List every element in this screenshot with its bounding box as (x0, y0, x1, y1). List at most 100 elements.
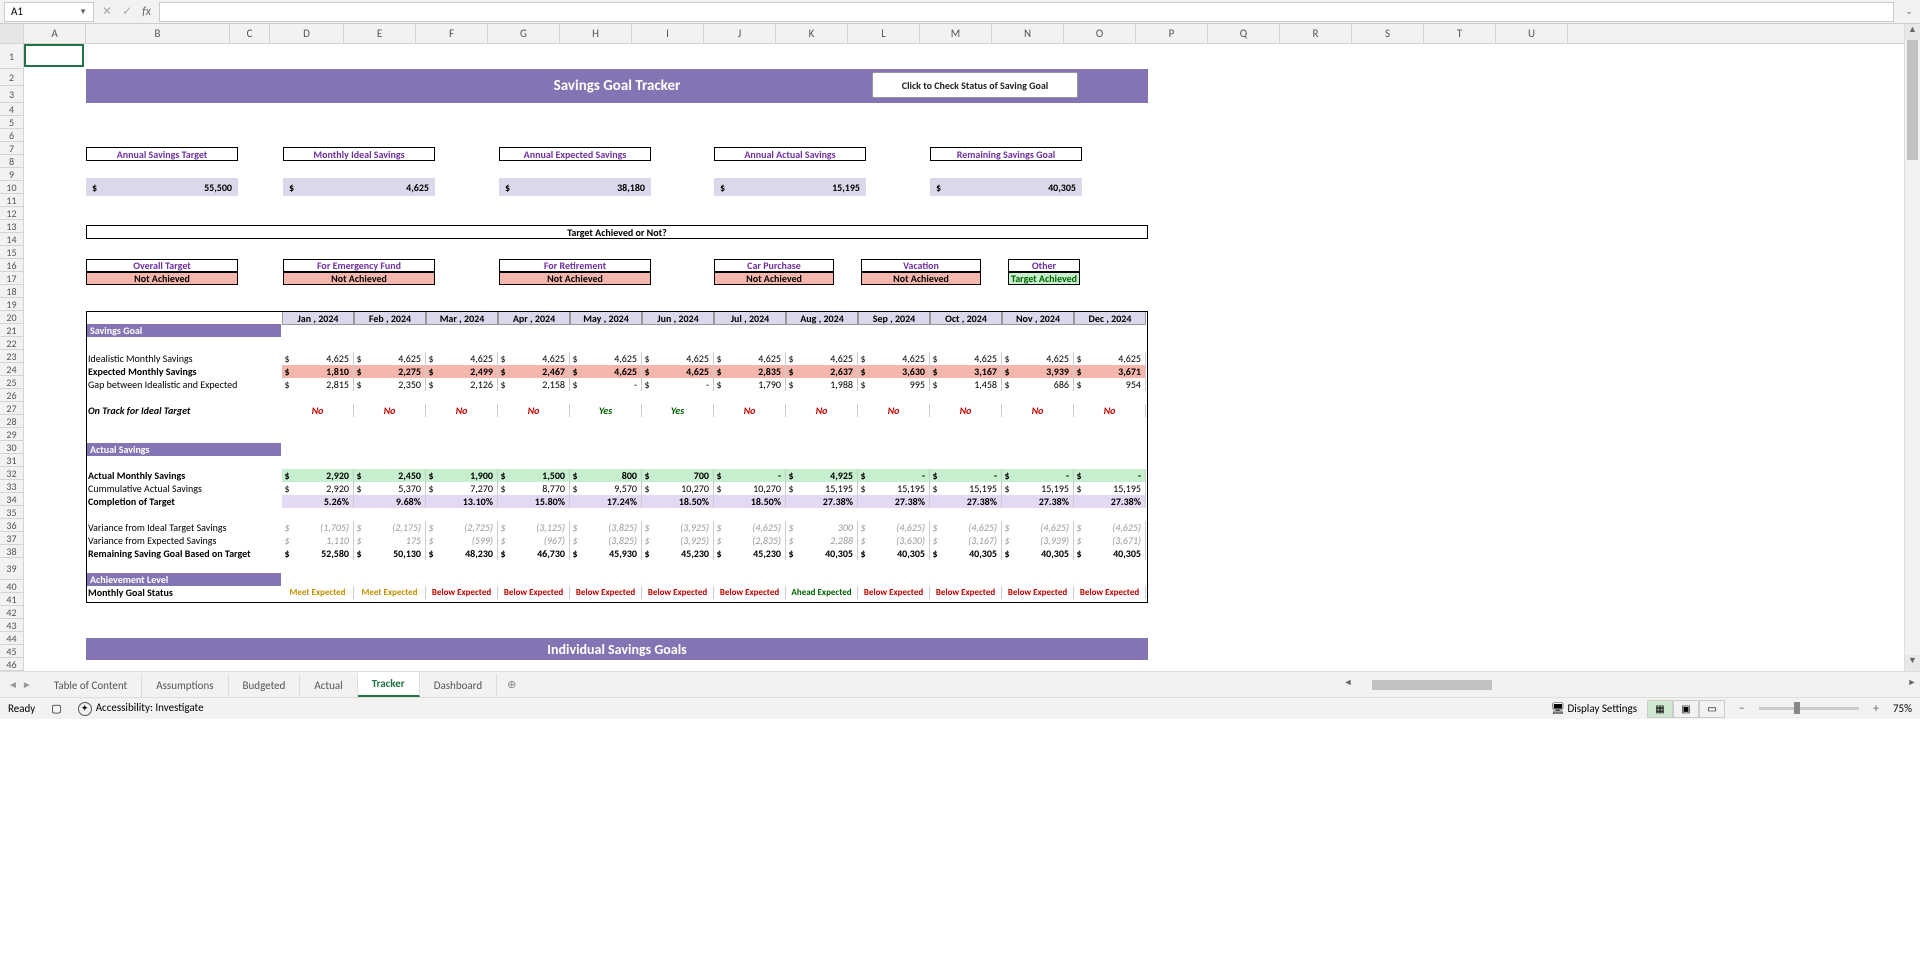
data-cell[interactable]: No (426, 404, 498, 417)
data-cell[interactable]: Yes (570, 404, 642, 417)
row-header[interactable]: 24 (0, 363, 24, 376)
data-cell[interactable]: $7,270 (426, 482, 498, 495)
data-cell[interactable]: $45,230 (642, 547, 714, 560)
row-header[interactable]: 11 (0, 194, 24, 207)
data-cell[interactable]: $1,458 (930, 378, 1002, 391)
row-header[interactable]: 1 (0, 44, 24, 69)
row-header[interactable]: 16 (0, 259, 24, 272)
row-header[interactable]: 7 (0, 142, 24, 155)
data-cell[interactable]: $2,835 (714, 365, 786, 378)
data-cell[interactable]: $45,230 (714, 547, 786, 560)
data-cell[interactable]: Below Expected (858, 586, 930, 599)
data-cell[interactable]: $48,230 (426, 547, 498, 560)
row-header[interactable]: 3 (0, 86, 24, 103)
row-header[interactable]: 12 (0, 207, 24, 220)
data-cell[interactable]: $40,305 (1002, 547, 1074, 560)
data-cell[interactable]: $2,637 (786, 365, 858, 378)
data-cell[interactable]: No (1074, 404, 1146, 417)
data-cell[interactable]: $3,671 (1074, 365, 1146, 378)
horizontal-scrollbar[interactable]: ◄ ► (1340, 677, 1920, 693)
page-layout-view-button[interactable]: ▣ (1673, 700, 1699, 718)
formula-input[interactable] (159, 2, 1894, 22)
col-header[interactable]: D (270, 24, 344, 43)
col-header[interactable]: L (848, 24, 920, 43)
data-cell[interactable]: $- (714, 469, 786, 482)
data-cell[interactable]: No (786, 404, 858, 417)
data-cell[interactable]: Below Expected (642, 586, 714, 599)
data-cell[interactable]: $52,580 (282, 547, 354, 560)
zoom-out-button[interactable]: − (1735, 702, 1749, 716)
data-cell[interactable]: $1,790 (714, 378, 786, 391)
data-cell[interactable]: 27.38% (858, 495, 930, 508)
sheet-tab[interactable]: Dashboard (420, 674, 497, 697)
scroll-down-icon[interactable]: ▼ (1905, 655, 1920, 671)
row-header[interactable]: 8 (0, 155, 24, 168)
data-cell[interactable]: No (1002, 404, 1074, 417)
row-header[interactable]: 35 (0, 506, 24, 519)
data-cell[interactable]: Below Expected (498, 586, 570, 599)
data-cell[interactable]: $9,570 (570, 482, 642, 495)
data-cell[interactable]: Below Expected (1002, 586, 1074, 599)
data-cell[interactable]: $4,625 (642, 365, 714, 378)
row-header[interactable]: 26 (0, 389, 24, 402)
data-cell[interactable]: $2,288 (786, 534, 858, 547)
row-header[interactable]: 17 (0, 272, 24, 285)
data-cell[interactable]: $10,270 (714, 482, 786, 495)
data-cell[interactable]: $995 (858, 378, 930, 391)
row-header[interactable]: 46 (0, 658, 24, 671)
data-cell[interactable]: $(3,630) (858, 534, 930, 547)
sheet-content[interactable]: Savings Goal Tracker Click to Check Stat… (24, 44, 1904, 671)
data-cell[interactable]: $(3,167) (930, 534, 1002, 547)
data-cell[interactable]: $(2,725) (426, 521, 498, 534)
data-cell[interactable]: Below Expected (714, 586, 786, 599)
data-cell[interactable]: $(4,625) (1074, 521, 1146, 534)
data-cell[interactable]: $(3,825) (570, 534, 642, 547)
vscroll-thumb[interactable] (1907, 40, 1918, 160)
row-header[interactable]: 31 (0, 454, 24, 467)
row-header[interactable]: 25 (0, 376, 24, 389)
data-cell[interactable]: $40,305 (858, 547, 930, 560)
data-cell[interactable]: $4,625 (642, 352, 714, 365)
data-cell[interactable]: $4,625 (858, 352, 930, 365)
row-header[interactable]: 34 (0, 493, 24, 506)
data-cell[interactable]: $4,625 (1002, 352, 1074, 365)
row-header[interactable]: 27 (0, 402, 24, 415)
data-cell[interactable]: $4,625 (570, 365, 642, 378)
data-cell[interactable]: $(4,625) (930, 521, 1002, 534)
data-cell[interactable]: $4,625 (282, 352, 354, 365)
data-cell[interactable]: $1,810 (282, 365, 354, 378)
col-header[interactable]: A (24, 24, 86, 43)
data-cell[interactable]: $- (930, 469, 1002, 482)
row-header[interactable]: 37 (0, 532, 24, 545)
data-cell[interactable]: No (858, 404, 930, 417)
col-header[interactable]: Q (1208, 24, 1280, 43)
row-header[interactable]: 45 (0, 645, 24, 658)
zoom-slider-thumb[interactable] (1794, 702, 1800, 714)
row-header[interactable]: 14 (0, 233, 24, 246)
scroll-up-icon[interactable]: ▲ (1905, 24, 1920, 40)
col-header[interactable]: M (920, 24, 992, 43)
col-header[interactable]: F (416, 24, 488, 43)
add-sheet-button[interactable]: ⊕ (497, 674, 526, 695)
accessibility-status[interactable]: ✦Accessibility: Investigate (78, 701, 204, 716)
row-header[interactable]: 39 (0, 558, 24, 580)
data-cell[interactable]: $45,930 (570, 547, 642, 560)
page-break-view-button[interactable]: ▭ (1699, 700, 1725, 718)
data-cell[interactable]: $- (642, 378, 714, 391)
row-header[interactable]: 22 (0, 337, 24, 350)
data-cell[interactable]: $- (1002, 469, 1074, 482)
data-cell[interactable]: $4,625 (1074, 352, 1146, 365)
data-cell[interactable]: $(3,825) (570, 521, 642, 534)
row-header[interactable]: 43 (0, 619, 24, 632)
data-cell[interactable]: 27.38% (786, 495, 858, 508)
zoom-in-button[interactable]: + (1869, 702, 1883, 716)
normal-view-button[interactable]: ▦ (1647, 700, 1673, 718)
col-header[interactable]: B (86, 24, 230, 43)
row-header[interactable]: 21 (0, 324, 24, 337)
row-header[interactable]: 29 (0, 428, 24, 441)
data-cell[interactable]: $50,130 (354, 547, 426, 560)
tab-nav-next-icon[interactable]: ► (22, 678, 32, 691)
data-cell[interactable]: $40,305 (930, 547, 1002, 560)
data-cell[interactable]: 27.38% (1002, 495, 1074, 508)
data-cell[interactable]: $2,920 (282, 482, 354, 495)
